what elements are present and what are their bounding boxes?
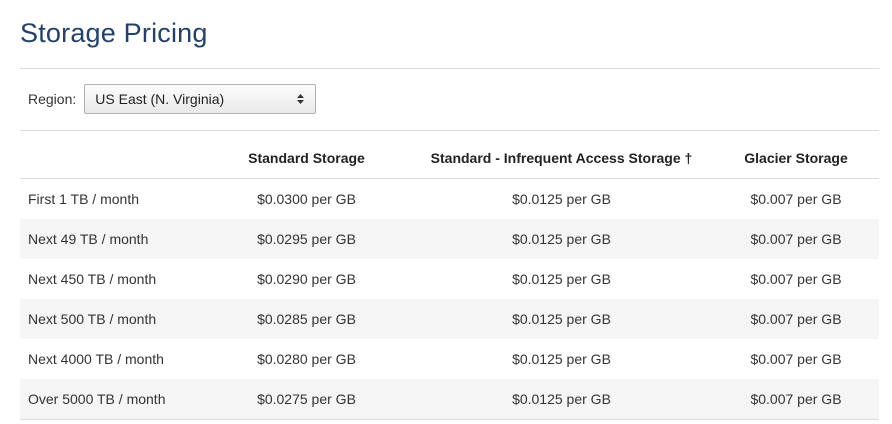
table-row: Over 5000 TB / month $0.0275 per GB $0.0… [20, 379, 879, 420]
standard-price-cell: $0.0300 per GB [257, 191, 356, 207]
table-row: Next 450 TB / month $0.0290 per GB $0.01… [20, 259, 879, 299]
region-select[interactable]: US East (N. Virginia) [84, 84, 317, 114]
infrequent-price-cell: $0.0125 per GB [512, 271, 611, 287]
glacier-price-cell: $0.007 per GB [713, 379, 879, 420]
standard-price-cell: $0.0295 per GB [203, 219, 410, 259]
tier-cell: Next 49 TB / month [20, 219, 203, 259]
tier-cell: First 1 TB / month [28, 191, 139, 207]
glacier-price-cell: $0.007 per GB [750, 271, 842, 287]
infrequent-price-cell: $0.0125 per GB [512, 351, 611, 367]
standard-price-cell: $0.0280 per GB [257, 351, 356, 367]
glacier-price-cell: $0.007 per GB [713, 219, 879, 259]
tier-cell: Next 500 TB / month [20, 299, 203, 339]
region-selector-bar: Region: US East (N. Virginia) [28, 84, 317, 114]
glacier-price-cell: $0.007 per GB [750, 351, 842, 367]
table-row: First 1 TB / month $0.0300 per GB $0.012… [20, 179, 879, 220]
infrequent-price-cell: $0.0125 per GB [512, 191, 611, 207]
standard-price-cell: $0.0290 per GB [257, 271, 356, 287]
region-label: Region: [28, 91, 77, 107]
title-divider [20, 68, 879, 69]
table-header-row: Standard Storage Standard - Infrequent A… [20, 138, 879, 179]
infrequent-price-cell: $0.0125 per GB [410, 219, 713, 259]
region-divider [20, 130, 879, 131]
standard-price-cell: $0.0275 per GB [203, 379, 410, 420]
tier-cell: Next 4000 TB / month [28, 351, 164, 367]
header-infrequent-access-storage: Standard - Infrequent Access Storage † [410, 138, 713, 179]
infrequent-price-cell: $0.0125 per GB [410, 299, 713, 339]
header-standard-storage: Standard Storage [203, 138, 410, 179]
header-glacier-storage: Glacier Storage [713, 138, 879, 179]
glacier-price-cell: $0.007 per GB [713, 299, 879, 339]
infrequent-price-cell: $0.0125 per GB [410, 379, 713, 420]
table-row: Next 4000 TB / month $0.0280 per GB $0.0… [20, 339, 879, 379]
glacier-price-cell: $0.007 per GB [750, 191, 842, 207]
header-tier [20, 138, 203, 179]
standard-price-cell: $0.0285 per GB [203, 299, 410, 339]
pricing-table: Standard Storage Standard - Infrequent A… [20, 138, 879, 420]
region-select-value: US East (N. Virginia) [95, 91, 225, 107]
page-title: Storage Pricing [20, 18, 208, 48]
select-arrows-icon [297, 94, 305, 104]
tier-cell: Over 5000 TB / month [20, 379, 203, 420]
tier-cell: Next 450 TB / month [28, 271, 157, 287]
table-row: Next 500 TB / month $0.0285 per GB $0.01… [20, 299, 879, 339]
table-row: Next 49 TB / month $0.0295 per GB $0.012… [20, 219, 879, 259]
